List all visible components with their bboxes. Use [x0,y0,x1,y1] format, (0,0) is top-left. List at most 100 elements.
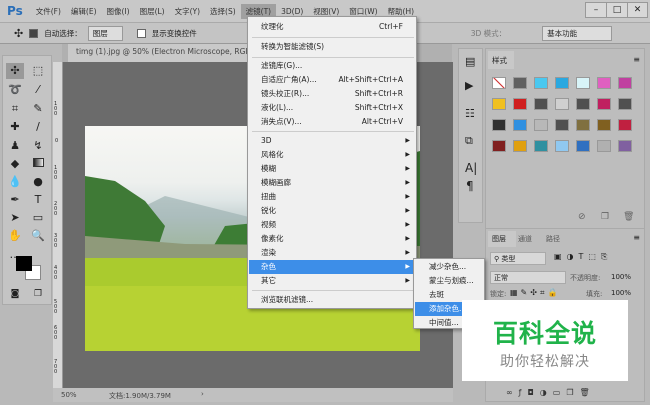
show-transform-checkbox[interactable] [136,28,146,38]
path-select-icon[interactable]: ➤ [6,210,24,226]
type-tool-icon[interactable]: T [29,192,47,208]
style-swatch[interactable] [597,77,611,89]
panel-menu-icon[interactable]: ≡ [633,55,640,64]
menu-item-reduce-noise[interactable]: 减少杂色... [415,260,485,274]
menu-item-sharpen[interactable]: 锐化 ▶ [249,204,415,218]
style-swatch[interactable] [513,140,527,152]
style-swatch[interactable] [618,77,632,89]
marquee-tool-icon[interactable]: ⬚ [29,63,47,79]
document-info[interactable]: 文档:1.90M/3.79M [109,391,171,401]
menu-item-blur[interactable]: 模糊 ▶ [249,162,415,176]
move-tool-icon[interactable]: ✣ [6,63,24,79]
style-swatch[interactable] [576,98,590,110]
dodge-tool-icon[interactable]: ● [29,174,47,190]
menu-item-pixelate[interactable]: 像素化 ▶ [249,232,415,246]
delete-style-icon[interactable]: 🗑 [623,212,634,222]
zoom-tool-icon[interactable]: 🔍 [29,228,47,244]
menu-layer[interactable]: 图层(L) [135,4,170,19]
magic-wand-icon[interactable]: ⁄ [29,82,47,98]
menu-item-browse-filters-online[interactable]: 浏览联机滤镜... [249,293,415,307]
style-swatch[interactable] [597,140,611,152]
menu-item-adaptive-wide-angle[interactable]: 自适应广角(A)... Alt+Shift+Ctrl+A [249,73,415,87]
brush-tool-icon[interactable]: / [29,119,47,135]
filter-kind-dropdown[interactable]: ⚲ 类型 [490,252,546,265]
clone-source-icon[interactable]: ⧉ [465,134,473,148]
menu-item-render[interactable]: 渲染 ▶ [249,246,415,260]
menu-item-liquify[interactable]: 液化(L)... Shift+Ctrl+X [249,101,415,115]
style-swatch[interactable] [513,98,527,110]
minimize-button[interactable]: – [585,2,607,18]
quick-mask-icon[interactable]: ◙ [6,286,24,302]
eraser-icon[interactable]: ◆ [6,156,24,172]
history-brush-icon[interactable]: ↯ [29,138,47,154]
close-button[interactable]: ✕ [627,2,648,18]
menu-item-vanishing-point[interactable]: 消失点(V)... Alt+Ctrl+V [249,115,415,129]
tab-channels[interactable]: 通道 [518,234,532,244]
style-swatch[interactable] [534,119,548,131]
menu-item-distort[interactable]: 扭曲 ▶ [249,190,415,204]
menu-item-other[interactable]: 其它 ▶ [249,274,415,288]
crop-tool-icon[interactable]: ⌗ [6,101,24,117]
style-swatch[interactable] [513,119,527,131]
menu-item-filter-gallery[interactable]: 滤镜库(G)... [249,59,415,73]
style-swatch[interactable] [576,77,590,89]
hand-tool-icon[interactable]: ✋ [6,228,24,244]
menu-item-stylize[interactable]: 风格化 ▶ [249,148,415,162]
menu-type[interactable]: 文字(Y) [170,4,205,19]
layer-filter-icons[interactable]: ▣◑T⬚⎘ [554,252,612,262]
panel-menu-icon[interactable]: ≡ [633,233,640,242]
properties-panel-icon[interactable]: ☷ [465,107,475,120]
style-swatch[interactable] [534,98,548,110]
menu-item-convert-smart-filters[interactable]: 转换为智能滤镜(S) [249,40,415,54]
screen-mode-icon[interactable]: ❐ [29,286,47,302]
style-swatch[interactable] [492,77,506,89]
style-swatch[interactable] [597,98,611,110]
character-panel-icon[interactable]: A| [465,161,477,175]
style-swatch[interactable] [555,119,569,131]
paragraph-panel-icon[interactable]: ¶ [466,179,474,193]
rectangle-tool-icon[interactable]: ▭ [29,210,47,226]
style-swatch[interactable] [618,98,632,110]
blur-tool-icon[interactable]: 💧 [6,174,24,190]
tab-layers[interactable]: 图层 [488,231,516,247]
clear-style-icon[interactable]: ⊘ [578,212,586,222]
menu-item-video[interactable]: 视频 ▶ [249,218,415,232]
style-swatch[interactable] [618,119,632,131]
style-swatch[interactable] [492,140,506,152]
style-swatch[interactable] [492,98,506,110]
blend-mode-dropdown[interactable]: 正常 [490,271,566,284]
layer-action-icons[interactable]: ∞ƒ◘◑▭❐🗑 [506,388,596,397]
style-swatch[interactable] [555,140,569,152]
tab-paths[interactable]: 路径 [546,234,560,244]
actions-play-icon[interactable]: ▶ [465,79,473,92]
status-arrow-icon[interactable]: › [201,390,204,398]
menu-item-texturizer[interactable]: 纹理化 Ctrl+F [249,20,415,34]
auto-select-dropdown[interactable]: 图层 [87,25,123,41]
style-swatch[interactable] [576,140,590,152]
menu-item-noise[interactable]: 杂色 ▶ [249,260,415,274]
lock-icons[interactable]: ▦✎✣⌗🔒 [510,288,560,298]
style-swatch[interactable] [534,77,548,89]
pen-tool-icon[interactable]: ✒ [6,192,24,208]
workspace-dropdown[interactable]: 基本功能 [542,25,613,41]
style-swatch[interactable] [492,119,506,131]
lasso-tool-icon[interactable]: ➰ [6,82,24,98]
maximize-button[interactable]: □ [606,2,628,18]
menu-select[interactable]: 选择(S) [205,4,241,19]
style-swatch[interactable] [576,119,590,131]
menu-item-dust-scratches[interactable]: 蒙尘与划痕... [415,274,485,288]
eyedropper-icon[interactable]: ✎ [29,101,47,117]
zoom-level[interactable]: 50% [61,391,77,399]
stamp-tool-icon[interactable]: ♟ [6,138,24,154]
menu-item-3d[interactable]: 3D ▶ [249,134,415,148]
fill-value[interactable]: 100% [611,289,631,297]
menu-item-lens-correction[interactable]: 镜头校正(R)... Shift+Ctrl+R [249,87,415,101]
new-style-icon[interactable]: ❐ [601,212,609,222]
style-swatch[interactable] [555,77,569,89]
healing-brush-icon[interactable]: ✚ [6,119,24,135]
history-panel-icon[interactable]: ▤ [465,55,475,68]
style-swatch[interactable] [513,77,527,89]
style-swatch[interactable] [597,119,611,131]
style-swatch[interactable] [555,98,569,110]
menu-item-blur-gallery[interactable]: 模糊画廊 ▶ [249,176,415,190]
